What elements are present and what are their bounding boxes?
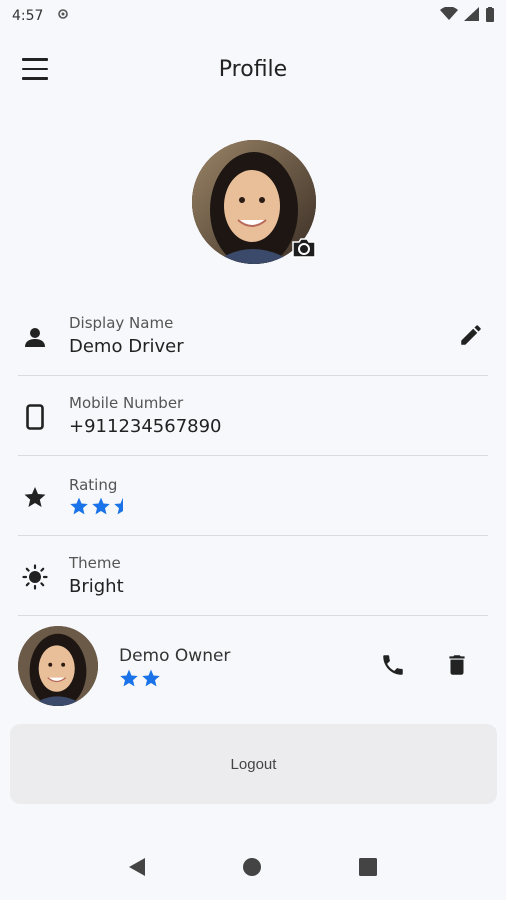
field-label: Rating <box>69 476 118 494</box>
rating-row: Rating <box>18 458 488 536</box>
menu-icon[interactable] <box>22 58 48 80</box>
logout-button[interactable]: Logout <box>10 724 497 804</box>
rating-star-full <box>70 497 88 515</box>
battery-icon <box>486 6 494 26</box>
system-nav-bar <box>0 838 506 900</box>
brightness-icon <box>22 564 48 590</box>
app-bar: Profile <box>0 40 506 98</box>
back-icon[interactable] <box>128 857 146 881</box>
owner-name: Demo Owner <box>119 646 231 666</box>
profile-avatar[interactable] <box>192 140 316 264</box>
home-icon[interactable] <box>242 857 262 881</box>
theme-row[interactable]: Theme Bright <box>18 538 488 616</box>
field-label: Theme <box>69 554 121 572</box>
person-icon <box>22 324 48 350</box>
rating-star-full <box>120 669 138 687</box>
status-bar: 4:57 <box>0 0 506 32</box>
delete-icon[interactable] <box>444 652 472 680</box>
status-time: 4:57 <box>12 8 44 24</box>
theme-value: Bright <box>69 576 124 597</box>
page-title: Profile <box>218 56 288 82</box>
wifi-icon <box>440 6 458 25</box>
display-name-value: Demo Driver <box>69 336 184 357</box>
settings-status-icon <box>57 8 69 24</box>
mobile-number-value: +911234567890 <box>69 416 222 437</box>
recents-icon[interactable] <box>358 857 378 881</box>
rating-star-half <box>114 497 123 515</box>
mobile-number-row: Mobile Number +911234567890 <box>18 378 488 456</box>
owner-card: Demo Owner <box>18 624 488 710</box>
rating-star-full <box>142 669 160 687</box>
owner-rating-stars <box>119 668 161 688</box>
star-icon <box>22 484 48 510</box>
owner-avatar <box>18 626 98 706</box>
display-name-row: Display Name Demo Driver <box>18 298 488 376</box>
camera-icon[interactable] <box>290 236 318 260</box>
signal-icon <box>464 7 480 25</box>
rating-stars <box>69 496 133 516</box>
call-icon[interactable] <box>380 652 408 680</box>
phone-device-icon <box>22 404 48 430</box>
edit-icon[interactable] <box>458 322 486 350</box>
field-label: Mobile Number <box>69 394 184 412</box>
field-label: Display Name <box>69 314 174 332</box>
rating-star-full <box>92 497 110 515</box>
